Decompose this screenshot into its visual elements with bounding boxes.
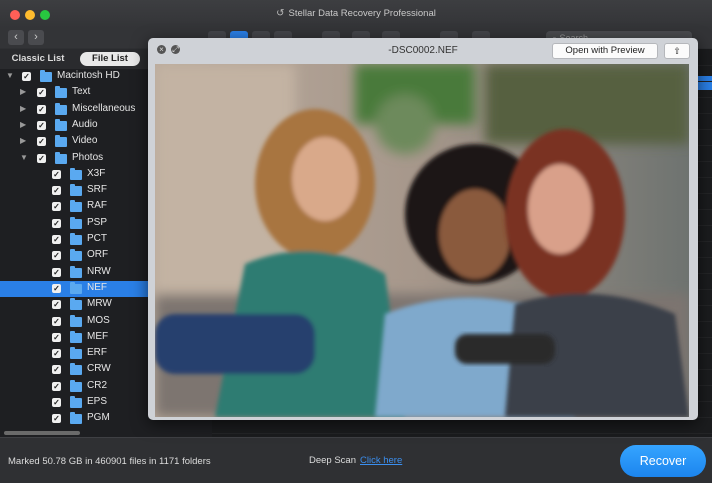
- bottom-bar: Marked 50.78 GB in 460901 files in 1171 …: [0, 437, 712, 483]
- folder-icon: [70, 363, 82, 376]
- tree-row-label: MOS: [87, 314, 110, 326]
- deep-scan-link[interactable]: Click here: [360, 455, 402, 466]
- share-icon: ⇧: [673, 46, 681, 56]
- tree-row-label: NEF: [87, 281, 107, 293]
- title-bar: ↺ Stellar Data Recovery Professional: [0, 0, 712, 28]
- stellar-logo-icon: ↺: [276, 8, 285, 19]
- window-title: ↺ Stellar Data Recovery Professional: [0, 8, 712, 19]
- tree-row-label: ORF: [87, 249, 109, 261]
- checkbox[interactable]: ✓: [52, 169, 61, 179]
- folder-icon: [70, 347, 82, 360]
- tree-row-label: Audio: [72, 118, 98, 130]
- disclosure-down-icon[interactable]: ▼: [6, 71, 16, 80]
- disclosure-down-icon[interactable]: ▼: [20, 153, 30, 162]
- tree-row-label: Miscellaneous: [72, 102, 136, 114]
- disclosure-right-icon[interactable]: ▶: [20, 87, 30, 96]
- folder-icon: [70, 281, 82, 294]
- chevron-right-icon: ›: [34, 31, 38, 43]
- checkbox[interactable]: ✓: [52, 235, 61, 244]
- folder-icon: [70, 233, 82, 245]
- window-title-text: Stellar Data Recovery Professional: [288, 8, 436, 19]
- tree-row-label: ERF: [87, 347, 107, 359]
- folder-icon: [70, 184, 82, 197]
- preview-photo: [155, 64, 689, 417]
- checkbox[interactable]: ✓: [37, 104, 46, 114]
- checkbox[interactable]: ✓: [37, 137, 46, 147]
- share-button[interactable]: ⇧: [664, 43, 690, 59]
- folder-icon: [70, 167, 82, 180]
- folder-icon: [55, 135, 67, 148]
- checkbox[interactable]: ✓: [52, 186, 61, 196]
- checkbox[interactable]: ✓: [52, 202, 61, 212]
- open-with-preview-button[interactable]: Open with Preview: [552, 43, 658, 59]
- tree-row-label: PCT: [87, 233, 107, 244]
- back-button[interactable]: ‹: [8, 30, 24, 45]
- checkbox[interactable]: ✓: [52, 300, 61, 310]
- checkbox[interactable]: ✓: [37, 120, 46, 130]
- tree-row-label: Video: [72, 135, 98, 147]
- checkbox[interactable]: ✓: [52, 332, 61, 342]
- checkbox[interactable]: ✓: [52, 381, 61, 391]
- folder-icon: [70, 216, 82, 229]
- tab-classic-list[interactable]: Classic List: [8, 52, 68, 66]
- marked-status-text: Marked 50.78 GB in 460901 files in 1171 …: [8, 456, 211, 467]
- folder-icon: [55, 86, 67, 99]
- checkbox[interactable]: ✓: [52, 365, 61, 375]
- recover-button[interactable]: Recover: [620, 445, 706, 477]
- checkbox[interactable]: ✓: [52, 283, 61, 293]
- folder-icon: [70, 412, 82, 425]
- checkbox[interactable]: ✓: [52, 267, 61, 277]
- tab-file-list[interactable]: File List: [80, 52, 140, 66]
- folder-icon: [55, 151, 67, 164]
- forward-button[interactable]: ›: [28, 30, 44, 45]
- checkbox[interactable]: ✓: [52, 349, 61, 359]
- tree-row-label: X3F: [87, 167, 106, 179]
- app-window: ↺ Stellar Data Recovery Professional ‹ › …: [0, 0, 712, 483]
- quick-look-preview: × ⤢ -DSC0002.NEF Open with Preview ⇧: [148, 38, 698, 420]
- disclosure-right-icon[interactable]: ▶: [20, 136, 30, 145]
- tree-row-label: Text: [72, 86, 91, 98]
- checkbox[interactable]: ✓: [52, 316, 61, 326]
- deep-scan-label: Deep Scan: [309, 455, 357, 466]
- folder-icon: [70, 379, 82, 392]
- checkbox[interactable]: ✓: [52, 414, 61, 424]
- folder-icon: [70, 265, 82, 278]
- folder-icon: [70, 314, 82, 327]
- tree-row-label: MEF: [87, 330, 109, 342]
- photo-illustration: [155, 64, 689, 417]
- tree-row-label: MRW: [87, 298, 112, 310]
- tree-row-label: PSP: [87, 216, 108, 228]
- tree-row-label: CR2: [87, 379, 108, 391]
- disclosure-right-icon[interactable]: ▶: [20, 120, 30, 129]
- checkbox[interactable]: ✓: [37, 88, 46, 98]
- checkbox[interactable]: ✓: [22, 72, 31, 81]
- checkbox[interactable]: ✓: [52, 251, 61, 261]
- tree-row-label: NRW: [87, 265, 111, 277]
- tree-row-label: PGM: [87, 412, 110, 424]
- tree-row-label: SRF: [87, 184, 107, 196]
- folder-icon: [70, 200, 82, 213]
- checkbox[interactable]: ✓: [52, 398, 61, 407]
- checkbox[interactable]: ✓: [37, 153, 46, 163]
- tree-row-label: CRW: [87, 363, 111, 375]
- tree-row-label: Photos: [72, 151, 104, 163]
- folder-icon: [70, 396, 82, 408]
- tree-row-label: EPS: [87, 396, 108, 407]
- folder-icon: [70, 330, 82, 343]
- folder-icon: [55, 118, 67, 131]
- folder-icon: [70, 298, 82, 311]
- drive-folder-icon: [40, 70, 52, 82]
- folder-icon: [55, 102, 67, 115]
- horizontal-scrollbar[interactable]: [4, 431, 80, 435]
- disclosure-right-icon[interactable]: ▶: [20, 104, 30, 113]
- chevron-left-icon: ‹: [14, 31, 18, 43]
- tree-row-label: RAF: [87, 200, 107, 212]
- tree-row-label: Macintosh HD: [57, 70, 120, 81]
- folder-icon: [70, 249, 82, 262]
- checkbox[interactable]: ✓: [52, 218, 61, 228]
